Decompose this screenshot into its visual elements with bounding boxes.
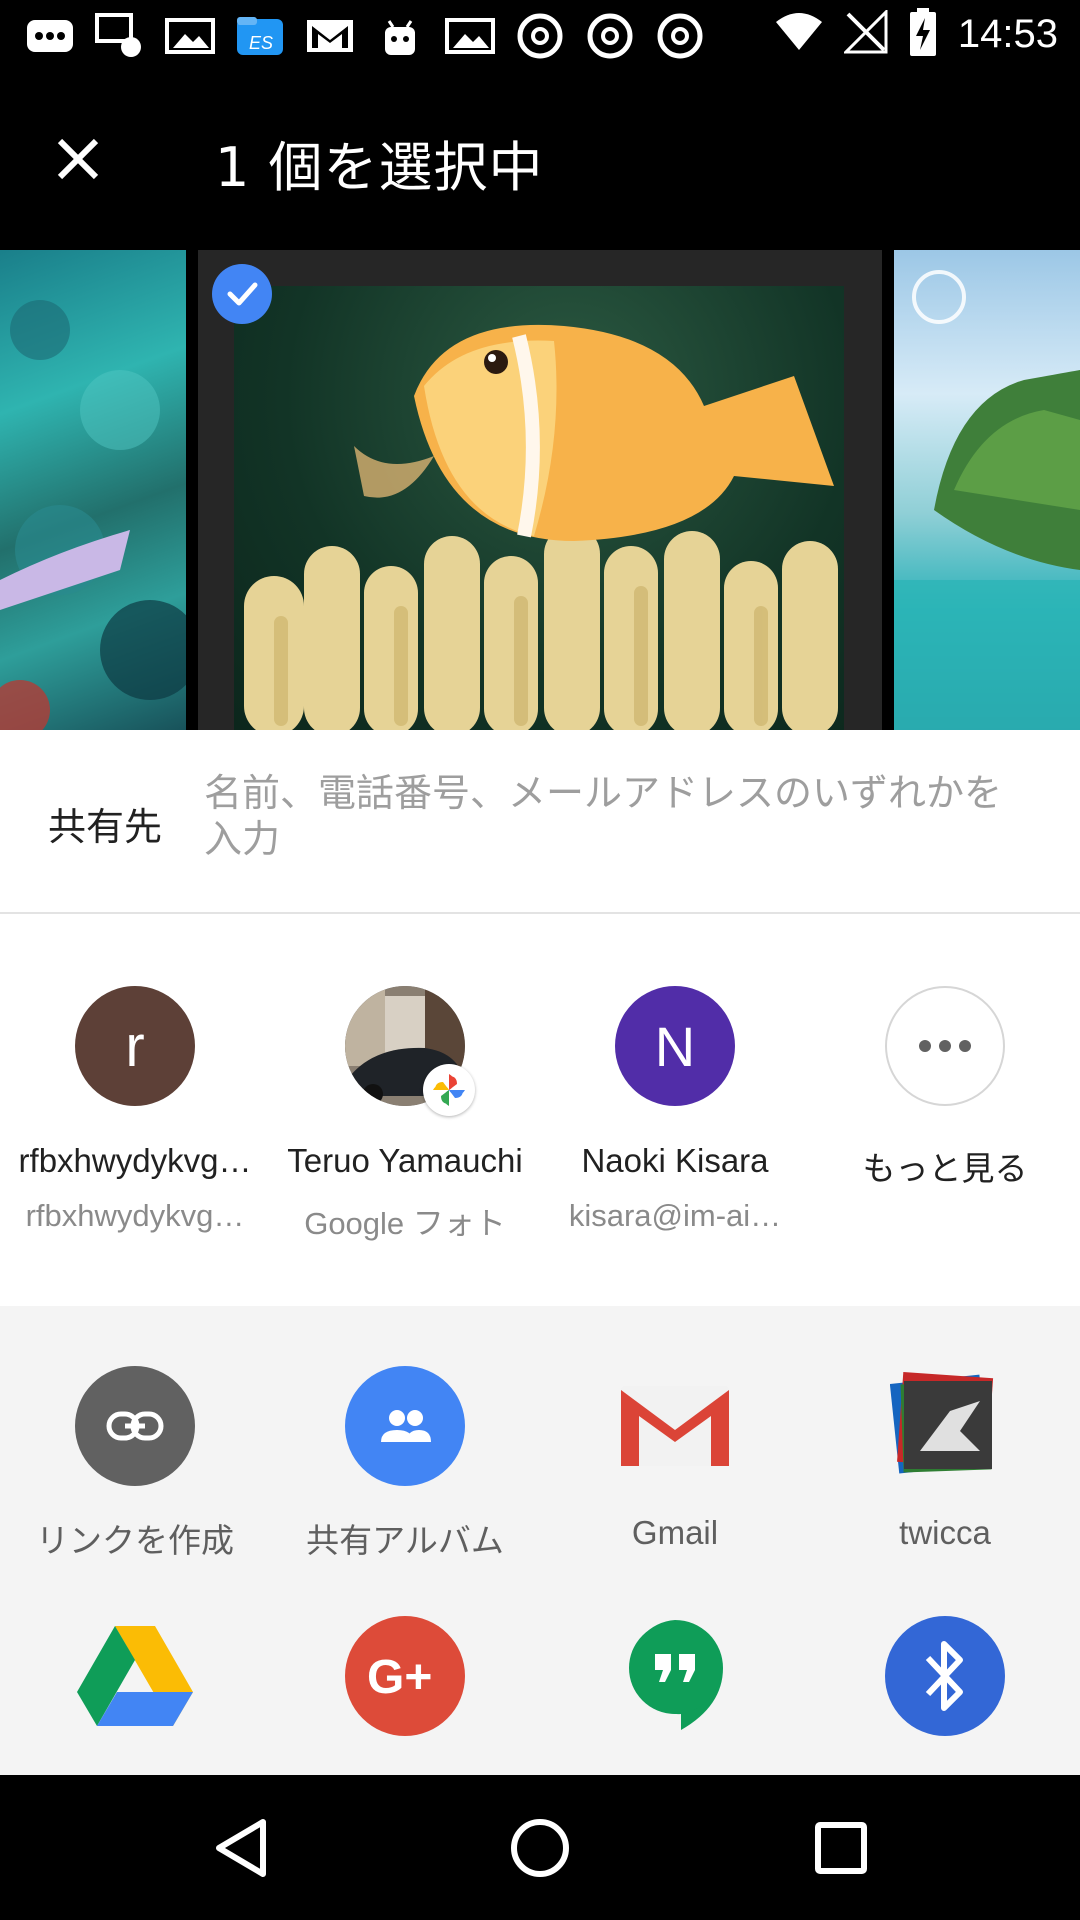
photo-strip[interactable]: [0, 250, 1080, 730]
chrome-icon: [654, 12, 706, 60]
create-link-button[interactable]: リンクを作成: [0, 1306, 270, 1566]
hangouts-button[interactable]: [540, 1566, 810, 1756]
gallery-icon: [444, 12, 496, 60]
gallery-icon: [164, 12, 216, 60]
avatar: r: [75, 986, 195, 1106]
google-drive-icon: [75, 1616, 195, 1736]
bluetooth-icon: [885, 1616, 1005, 1736]
no-signal-icon: [842, 8, 888, 58]
google-plus-button[interactable]: G+: [270, 1566, 540, 1756]
chrome-icon: [584, 12, 636, 60]
share-sheet: 共有先 名前、電話番号、メールアドレスのいずれかを入力 r rfbxhwydyk…: [0, 730, 1080, 1775]
contact-tile[interactable]: r rfbxhwydykvg… rfbxhwydykvg…: [0, 914, 270, 1306]
messages-icon: [24, 12, 76, 60]
navigation-bar: [0, 1775, 1080, 1920]
more-icon: [885, 986, 1005, 1106]
app-label: twicca: [899, 1514, 991, 1551]
svg-text:ES: ES: [249, 33, 273, 53]
avatar-initial: r: [125, 1013, 145, 1079]
system-icons: 14:53: [774, 8, 1058, 60]
wifi-icon: [774, 12, 824, 56]
app-label: リンクを作成: [36, 1521, 234, 1560]
status-bar: ES 14:53: [0, 0, 1080, 75]
contact-detail: Google フォト: [304, 1206, 506, 1241]
share-to-row: 共有先 名前、電話番号、メールアドレスのいずれかを入力: [0, 730, 1080, 914]
contact-name: rfbxhwydykvg…: [18, 1142, 252, 1179]
chrome-icon: [514, 12, 566, 60]
avatar: [345, 986, 475, 1116]
share-to-label: 共有先: [48, 805, 163, 849]
shared-album-button[interactable]: 共有アルバム: [270, 1306, 540, 1566]
home-icon: [509, 1817, 571, 1883]
contact-tile[interactable]: Teruo Yamauchi Google フォト: [270, 914, 540, 1306]
avatar-initial: N: [654, 1014, 696, 1078]
contact-name: Naoki Kisara: [581, 1142, 769, 1179]
selection-count-title: 1 個を選択中: [215, 136, 544, 199]
tropical-island-photo[interactable]: [894, 250, 1080, 730]
clownfish-image: [234, 286, 844, 730]
selected-check-icon[interactable]: [212, 264, 272, 324]
google-plus-icon: G+: [345, 1616, 465, 1736]
gmail-icon: [304, 12, 356, 60]
gmail-icon: [615, 1366, 735, 1486]
google-drive-button[interactable]: [0, 1566, 270, 1756]
es-file-explorer-icon: ES: [234, 12, 286, 60]
app-label: 共有アルバム: [306, 1521, 504, 1560]
home-button[interactable]: [495, 1805, 585, 1895]
google-photos-badge-icon: [423, 1064, 475, 1116]
contact-detail: kisara@im-ai…: [568, 1198, 782, 1233]
contact-suggestions: r rfbxhwydykvg… rfbxhwydykvg… Teruo Yama…: [0, 914, 1080, 1306]
gmail-button[interactable]: Gmail: [540, 1306, 810, 1566]
coral-reef-fish-photo[interactable]: [0, 250, 186, 730]
svg-text:G+: G+: [367, 1651, 432, 1701]
more-label: もっと見る: [862, 1149, 1028, 1188]
select-circle-icon[interactable]: [912, 270, 966, 324]
notification-icons: ES: [24, 12, 706, 60]
link-icon: [75, 1366, 195, 1486]
twicca-button[interactable]: twicca: [810, 1306, 1080, 1566]
share-targets: リンクを作成 共有アルバム Gmail twicca G+: [0, 1306, 1080, 1775]
close-button[interactable]: [38, 121, 118, 201]
recents-button[interactable]: [796, 1805, 886, 1895]
battery-charging-icon: [908, 8, 938, 60]
more-contacts-button[interactable]: もっと見る: [810, 914, 1080, 1306]
hangouts-icon: [615, 1616, 735, 1736]
avatar: N: [615, 986, 735, 1106]
status-time: 14:53: [957, 11, 1058, 56]
back-button[interactable]: [196, 1805, 286, 1895]
people-icon: [345, 1366, 465, 1486]
recents-icon: [814, 1821, 868, 1879]
contact-name: Teruo Yamauchi: [287, 1142, 523, 1179]
contact-detail: rfbxhwydykvg…: [25, 1198, 245, 1233]
bluetooth-button[interactable]: [810, 1566, 1080, 1756]
back-icon: [213, 1818, 269, 1882]
app-label: Gmail: [631, 1514, 719, 1551]
mail-pics-icon: [94, 12, 146, 60]
recipient-input[interactable]: 名前、電話番号、メールアドレスのいずれかを入力: [204, 770, 1024, 862]
clownfish-anemone-photo[interactable]: [198, 250, 882, 730]
contact-tile[interactable]: N Naoki Kisara kisara@im-ai…: [540, 914, 810, 1306]
close-icon: [54, 135, 102, 187]
twicca-icon: [885, 1366, 1005, 1486]
android-icon: [374, 12, 426, 60]
app-bar: 1 個を選択中: [0, 75, 1080, 250]
